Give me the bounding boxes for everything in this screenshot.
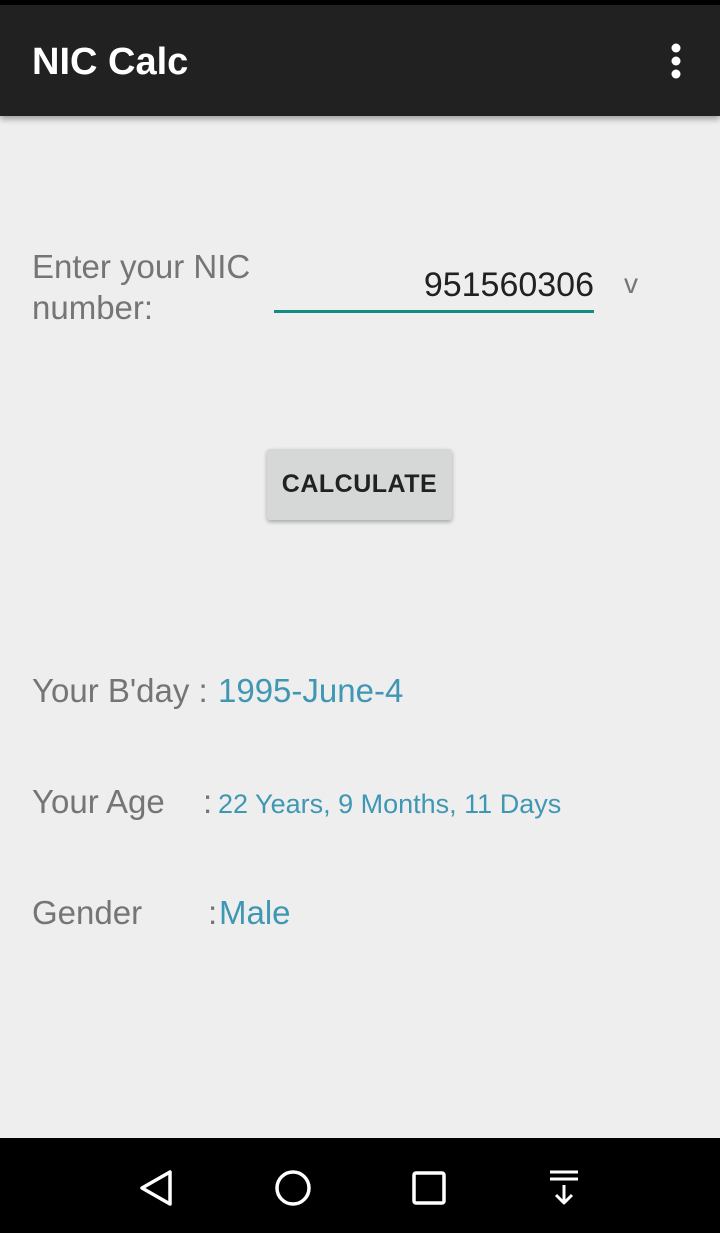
gender-colon: : [208,894,218,931]
app-bar: NIC Calc [0,5,720,116]
nav-back-button[interactable] [127,1158,187,1218]
birthday-value: 1995-June-4 [218,672,404,709]
nav-home-button[interactable] [263,1158,323,1218]
main-content: Enter your NIC number: v CALCULATE Your … [0,116,720,1138]
age-colon: : [203,783,213,820]
more-vert-icon [671,43,681,79]
overflow-menu-button[interactable] [656,37,696,85]
gender-value: Male [219,894,291,931]
back-triangle-icon [140,1170,172,1206]
calculate-button[interactable]: CALCULATE [267,449,452,520]
nav-notifications-button[interactable] [534,1158,594,1218]
nic-label: Enter your NIC number: [32,248,251,326]
nav-recents-button[interactable] [399,1158,459,1218]
nic-input[interactable] [274,261,594,313]
home-circle-icon [275,1170,311,1206]
recents-square-icon [412,1171,446,1205]
gender-label: Gender [32,894,143,931]
system-nav-bar [0,1138,720,1233]
age-label: Your Age [32,783,165,820]
app-title: NIC Calc [32,41,189,83]
pull-down-notifications-icon [550,1170,578,1205]
age-value: 22 Years, 9 Months, 11 Days [218,789,562,819]
nic-suffix: v [624,268,638,299]
birthday-label: Your B'day : [32,672,208,709]
